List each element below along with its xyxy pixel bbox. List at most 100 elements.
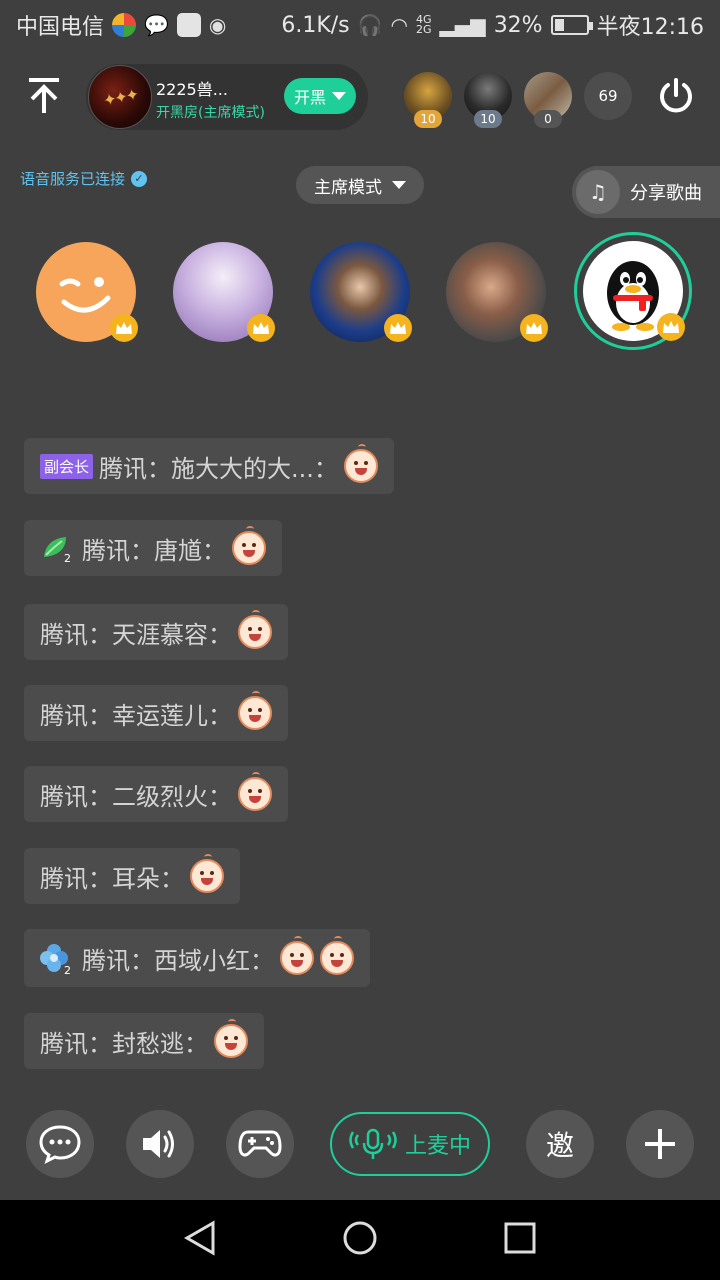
signal-bars-icon: ▂▄▆ xyxy=(439,13,486,37)
chat-message: 腾讯：封愁逃： xyxy=(24,1013,264,1069)
battery-icon xyxy=(550,15,593,35)
svg-text:2: 2 xyxy=(64,552,71,563)
wechat-icon: 💬 xyxy=(144,13,169,37)
mic-label: 上麦中 xyxy=(404,1134,471,1159)
chat-message: 腾讯：耳朵： xyxy=(24,848,240,904)
chat-message-text: 腾讯：西域小红： xyxy=(82,946,274,975)
home-nav-button[interactable] xyxy=(342,1220,378,1260)
room-info-pill[interactable]: ✦✦✦ 2225兽... 开黑房(主席模式) 开黑 xyxy=(86,64,368,130)
music-note-icon: ♫ xyxy=(576,170,620,214)
crown-icon xyxy=(384,314,412,342)
plus-icon xyxy=(645,1129,675,1159)
status-bar: 中国电信 💬 ◉ 6.1K/s 🎧 ◠ 4G 2G ▂▄▆ 32% 半夜12:16 xyxy=(0,0,720,50)
app-notification-icon xyxy=(112,13,137,37)
chat-bubble-icon xyxy=(39,1125,81,1164)
smile-emoji-icon xyxy=(190,854,224,893)
chat-message-text: 腾讯：耳朵： xyxy=(40,864,184,893)
laughing-emoji-icon xyxy=(238,610,272,649)
kaihei-label: 开黑 xyxy=(293,88,326,107)
mode-dropdown[interactable]: 主席模式 xyxy=(296,166,424,204)
chat-message: 腾讯：天涯慕容： xyxy=(24,604,288,660)
viewer-avatar-2[interactable]: 10 xyxy=(464,72,512,128)
chat-message: 腾讯：幸运莲儿： xyxy=(24,685,288,741)
crown-icon xyxy=(247,314,275,342)
share-song-button[interactable]: ♫ 分享歌曲 xyxy=(572,166,720,218)
more-button[interactable] xyxy=(626,1110,694,1178)
caret-down-icon xyxy=(332,92,346,100)
chat-message: 腾讯：二级烈火： xyxy=(24,766,288,822)
speaker-icon xyxy=(143,1130,174,1158)
room-avatar: ✦✦✦ xyxy=(88,65,152,129)
carrier-label: 中国电信 xyxy=(16,15,105,40)
wifi-icon: ◠ xyxy=(390,13,408,37)
viewer-badge: 0 xyxy=(534,110,562,128)
power-icon xyxy=(660,78,692,113)
viewer-avatar-3[interactable]: 0 xyxy=(524,72,572,128)
chat-button[interactable] xyxy=(26,1110,94,1178)
mic-seat-1[interactable] xyxy=(36,242,138,342)
mode-label: 主席模式 xyxy=(314,177,382,198)
minimize-room-button[interactable] xyxy=(22,74,66,118)
tongue-emoji-icon xyxy=(214,1019,248,1058)
chat-message-text: 腾讯：幸运莲儿： xyxy=(40,701,232,730)
smile-emoji-icon xyxy=(320,936,354,975)
mic-seat-5[interactable] xyxy=(583,241,685,341)
speaker-button[interactable] xyxy=(126,1110,194,1178)
crown-icon xyxy=(657,313,685,341)
viewer-badge: 10 xyxy=(474,110,502,128)
gamepad-icon xyxy=(238,1130,282,1157)
invite-button[interactable]: 邀 xyxy=(526,1110,594,1178)
hotspot-icon: ◉ xyxy=(208,13,227,37)
viewer-avatar-1[interactable]: 10 xyxy=(404,72,452,128)
headphone-icon: 🎧 xyxy=(357,13,383,37)
invite-label: 邀 xyxy=(545,1129,574,1162)
chat-message-text: 腾讯：封愁逃： xyxy=(40,1029,208,1058)
viewer-badge: 10 xyxy=(414,110,442,128)
kaihei-dropdown-button[interactable]: 开黑 xyxy=(284,78,356,114)
voice-status-text: 语音服务已连接 xyxy=(20,170,126,188)
chat-message: 2 腾讯：西域小红： xyxy=(24,929,370,987)
battery-percent: 32% xyxy=(493,12,543,38)
laughing-emoji-icon xyxy=(238,691,272,730)
back-nav-button[interactable] xyxy=(183,1220,217,1260)
crown-icon xyxy=(110,314,138,342)
vice-president-tag: 副会长 xyxy=(40,453,94,479)
room-avatar-logo: ✦✦✦ xyxy=(101,84,139,110)
chat-message-text: 腾讯：二级烈火： xyxy=(40,782,232,811)
crown-icon xyxy=(520,314,548,342)
share-label: 分享歌曲 xyxy=(630,183,702,204)
square-recents-icon xyxy=(504,1222,536,1254)
recents-nav-button[interactable] xyxy=(503,1221,537,1259)
caret-down-icon xyxy=(392,181,406,189)
triangle-back-icon xyxy=(183,1220,215,1256)
mic-seat-3[interactable] xyxy=(310,242,412,342)
leaf-level-badge-icon: 2 xyxy=(40,533,76,565)
check-icon: ✓ xyxy=(131,170,148,187)
mic-seat-2[interactable] xyxy=(173,242,275,342)
viewer-count-button[interactable]: 69 xyxy=(584,72,632,120)
chat-message-text: 腾讯：唐馗： xyxy=(82,536,226,565)
on-mic-button[interactable]: 上麦中 xyxy=(330,1112,490,1176)
clock: 半夜12:16 xyxy=(596,15,704,40)
chat-message: 副会长 腾讯：施大大的大...： xyxy=(24,438,394,494)
voice-status: 语音服务已连接 ✓ xyxy=(20,168,148,189)
arrow-up-to-top-icon xyxy=(29,78,59,113)
signal-icon: 4G 2G xyxy=(416,13,432,36)
game-button[interactable] xyxy=(226,1110,294,1178)
svg-text:2: 2 xyxy=(64,964,71,975)
action-bar: 上麦中 邀 xyxy=(0,1100,720,1190)
network-speed: 6.1K/s xyxy=(281,12,350,38)
system-nav-bar xyxy=(0,1200,720,1280)
chat-message: 2 腾讯：唐馗： xyxy=(24,520,282,576)
circle-home-icon xyxy=(343,1221,377,1255)
room-header: ✦✦✦ 2225兽... 开黑房(主席模式) 开黑 10 10 0 69 xyxy=(0,60,720,136)
mic-seat-4[interactable] xyxy=(446,242,548,342)
smile-emoji-icon xyxy=(238,772,272,811)
smile-emoji-icon xyxy=(280,936,314,975)
exit-room-button[interactable] xyxy=(652,72,700,120)
browser-icon xyxy=(176,13,201,37)
laughing-emoji-icon xyxy=(343,444,378,483)
flower-level-badge-icon: 2 xyxy=(40,941,76,977)
room-subtitle: 开黑房(主席模式) xyxy=(156,105,265,121)
laughing-emoji-icon xyxy=(232,526,266,565)
